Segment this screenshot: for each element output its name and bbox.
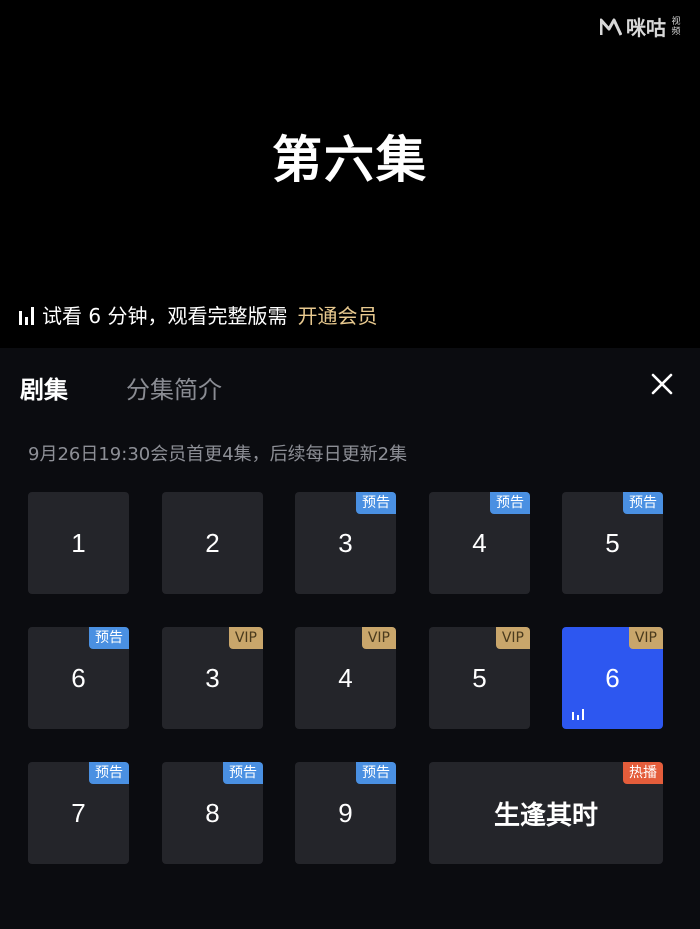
update-schedule: 9月26日19:30会员首更4集，后续每日更新2集 xyxy=(28,444,408,465)
episode-badge: VIP xyxy=(495,627,530,649)
episode-label: 6 xyxy=(71,662,86,693)
trial-text: 试看 6 分钟，观看完整版需 xyxy=(42,304,288,328)
episode-tile[interactable]: 5 VIP xyxy=(429,627,530,729)
logo-name: 咪咕 xyxy=(626,16,666,40)
episode-label: 5 xyxy=(605,527,620,558)
episode-badge: 预告 xyxy=(490,492,530,514)
episode-badge: VIP xyxy=(228,627,263,649)
episode-tile[interactable]: 6 预告 xyxy=(28,627,129,729)
episode-label: 4 xyxy=(472,527,487,558)
episode-label: 生逢其时 xyxy=(493,799,598,830)
episode-tile[interactable]: 3 VIP xyxy=(162,627,263,729)
episode-badge: 预告 xyxy=(223,762,263,784)
migu-mark-icon xyxy=(600,18,622,36)
episode-badge: VIP xyxy=(628,627,663,649)
episode-panel: 剧集 分集简介 9月26日19:30会员首更4集，后续每日更新2集 1 2 3 预告 4… xyxy=(0,348,700,929)
tab-episode-synopsis[interactable]: 分集简介 xyxy=(126,370,222,405)
episode-tile[interactable]: 2 xyxy=(162,492,263,594)
playing-bars-icon xyxy=(19,306,34,325)
episode-title: 第六集 xyxy=(272,131,428,189)
episode-badge: 预告 xyxy=(356,492,396,514)
episode-tile[interactable]: 6 VIP xyxy=(562,627,663,729)
episode-badge: 预告 xyxy=(89,627,129,649)
episode-tile[interactable]: 生逢其时 热播 xyxy=(429,762,663,864)
logo-sub: 视频 xyxy=(671,16,681,37)
episode-label: 3 xyxy=(205,662,220,693)
open-membership-link[interactable]: 开通会员 xyxy=(297,300,377,329)
episode-label: 8 xyxy=(205,797,220,828)
episode-tile[interactable]: 3 预告 xyxy=(295,492,396,594)
episode-badge: VIP xyxy=(361,627,396,649)
episode-label: 3 xyxy=(338,527,353,558)
episode-label: 5 xyxy=(472,662,487,693)
panel-tabs: 剧集 分集简介 xyxy=(20,370,222,405)
tab-episodes[interactable]: 剧集 xyxy=(20,370,68,405)
video-player[interactable]: 咪咕 视频 第六集 试看 6 分钟，观看完整版需 开通会员 xyxy=(0,0,700,348)
episode-tile[interactable]: 4 预告 xyxy=(429,492,530,594)
episode-label: 6 xyxy=(605,662,620,693)
close-icon[interactable] xyxy=(650,372,674,396)
episode-badge: 预告 xyxy=(89,762,129,784)
episode-tile[interactable]: 4 VIP xyxy=(295,627,396,729)
episode-label: 1 xyxy=(71,527,86,558)
episode-tile[interactable]: 8 预告 xyxy=(162,762,263,864)
episode-label: 9 xyxy=(338,797,353,828)
episode-badge: 预告 xyxy=(623,492,663,514)
trial-notice: 试看 6 分钟，观看完整版需 开通会员 xyxy=(18,300,377,329)
episode-badge: 预告 xyxy=(356,762,396,784)
episode-tile[interactable]: 9 预告 xyxy=(295,762,396,864)
episode-badge: 热播 xyxy=(623,762,663,784)
episode-tile[interactable]: 1 xyxy=(28,492,129,594)
migu-logo: 咪咕 视频 xyxy=(600,12,682,41)
episode-label: 4 xyxy=(338,662,353,693)
episode-label: 2 xyxy=(205,527,220,558)
episode-tile[interactable]: 5 预告 xyxy=(562,492,663,594)
episode-label: 7 xyxy=(71,797,86,828)
episode-tile[interactable]: 7 预告 xyxy=(28,762,129,864)
now-playing-icon xyxy=(572,709,584,720)
